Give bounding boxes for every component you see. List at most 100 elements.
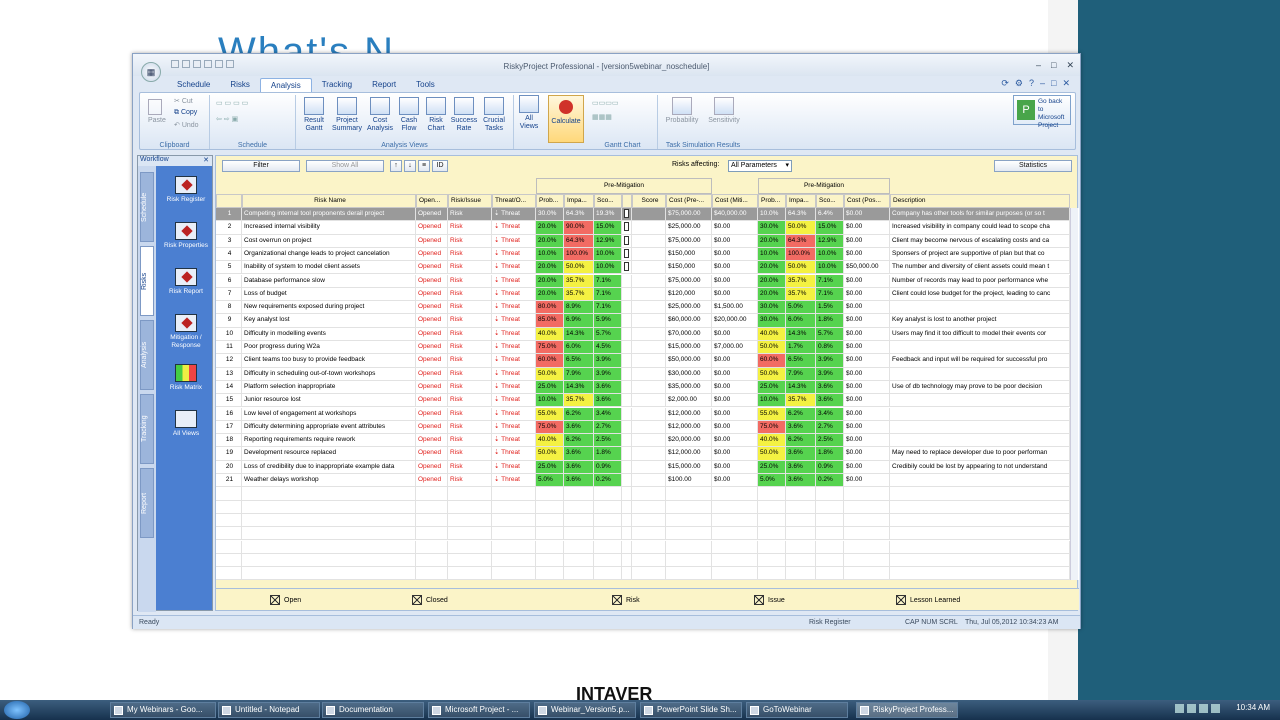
cell-score[interactable] xyxy=(594,500,622,514)
cell-score-chart[interactable] xyxy=(632,234,666,248)
cell-open[interactable]: Opened xyxy=(416,380,448,395)
cell-cost-post[interactable] xyxy=(844,567,890,581)
cell-indicator[interactable] xyxy=(622,247,632,262)
table-row[interactable] xyxy=(216,527,1079,541)
cell-post-prob[interactable] xyxy=(758,487,786,501)
col-score[interactable]: Sco... xyxy=(594,194,622,208)
cell-description[interactable] xyxy=(890,301,1070,315)
tab-report[interactable]: Report xyxy=(362,78,406,92)
cell-risk-name[interactable]: Competing internal tool proponents derai… xyxy=(242,208,416,222)
cell-impact[interactable]: 8.9% xyxy=(564,301,594,315)
cell-description[interactable] xyxy=(890,540,1070,554)
cell-score-chart[interactable] xyxy=(632,380,666,395)
cell-risk-name[interactable]: New requirements exposed during project xyxy=(242,301,416,315)
cell-cost-pre[interactable] xyxy=(666,513,712,528)
cell-indicator[interactable] xyxy=(622,354,632,368)
cell-indicator[interactable] xyxy=(622,341,632,355)
cell-description[interactable] xyxy=(890,420,1070,435)
cell-open[interactable]: Opened xyxy=(416,394,448,408)
cell-impact[interactable]: 6.5% xyxy=(564,354,594,368)
cell-cost-post[interactable]: $0.00 xyxy=(844,354,890,368)
col-open[interactable]: Open... xyxy=(416,194,448,208)
cell-cost-post[interactable]: $0.00 xyxy=(844,221,890,235)
cell-cost-pre[interactable]: $70,000.00 xyxy=(666,327,712,341)
cell-impact[interactable]: 6.2% xyxy=(564,407,594,421)
cell-impact[interactable]: 6.9% xyxy=(564,314,594,328)
cell-threat[interactable]: ⇣ Threat xyxy=(492,301,536,315)
cell-threat[interactable]: ⇣ Threat xyxy=(492,447,536,461)
cell-cost-post[interactable]: $0.00 xyxy=(844,460,890,474)
cell-score[interactable] xyxy=(594,487,622,501)
cell-cost-mit[interactable]: $0.00 xyxy=(712,380,758,395)
cell-score[interactable]: 7.1% xyxy=(594,274,622,288)
cell-cost-post[interactable]: $0.00 xyxy=(844,434,890,448)
cell-description[interactable]: Users may find it too difficult to model… xyxy=(890,327,1070,341)
cell-open[interactable] xyxy=(416,540,448,554)
cell-cost-mit[interactable]: $0.00 xyxy=(712,447,758,461)
cell-post-prob[interactable] xyxy=(758,500,786,514)
cell-post-prob[interactable]: 20.0% xyxy=(758,274,786,288)
cell-post-score[interactable]: 6.4% xyxy=(816,208,844,222)
cell-score-chart[interactable] xyxy=(632,287,666,302)
cell-score-chart[interactable] xyxy=(632,567,666,581)
table-row[interactable]: 20 Loss of credibility due to inappropria… xyxy=(216,460,1079,474)
cell-risk-issue[interactable]: Risk xyxy=(448,208,492,222)
cell-impact[interactable]: 64.3% xyxy=(564,234,594,248)
table-row[interactable]: 13 Difficulty in scheduling out-of-town w… xyxy=(216,367,1079,381)
cell-description[interactable]: Key analyst is lost to another project xyxy=(890,314,1070,328)
cell-open[interactable] xyxy=(416,527,448,541)
cell-indicator[interactable] xyxy=(622,567,632,581)
table-row[interactable]: 2 Increased internal visibility Opened Risk… xyxy=(216,221,1079,235)
cell-indicator[interactable] xyxy=(622,487,632,501)
table-row[interactable]: 6 Database performance slow Opened Risk ⇣ Th… xyxy=(216,274,1079,288)
cell-threat[interactable]: ⇣ Threat xyxy=(492,434,536,448)
cell-open[interactable]: Opened xyxy=(416,354,448,368)
vertical-scrollbar[interactable] xyxy=(1070,208,1078,580)
cell-prob[interactable]: 75.0% xyxy=(536,341,564,355)
cell-prob[interactable]: 5.0% xyxy=(536,474,564,488)
cell-cost-pre[interactable]: $30,000.00 xyxy=(666,367,712,381)
cell-cost-post[interactable]: $0.00 xyxy=(844,420,890,435)
cell-cost-post[interactable] xyxy=(844,540,890,554)
cell-post-prob[interactable]: 40.0% xyxy=(758,327,786,341)
cell-id[interactable]: 16 xyxy=(216,407,242,421)
cell-cost-mit[interactable]: $0.00 xyxy=(712,394,758,408)
cell-score-chart[interactable] xyxy=(632,367,666,381)
table-row[interactable]: 16 Low level of engagement at workshops Op… xyxy=(216,407,1079,421)
cell-score[interactable] xyxy=(594,540,622,554)
cell-post-impact[interactable] xyxy=(786,487,816,501)
col-cost-pre[interactable]: Cost (Pre-... xyxy=(666,194,712,208)
cell-risk-issue[interactable]: Risk xyxy=(448,234,492,248)
cell-risk-name[interactable]: Key analyst lost xyxy=(242,314,416,328)
cell-cost-pre[interactable]: $150,000 xyxy=(666,247,712,262)
cell-post-prob[interactable]: 30.0% xyxy=(758,314,786,328)
cell-threat[interactable]: ⇣ Threat xyxy=(492,261,536,275)
col-risk-name[interactable]: Risk Name xyxy=(242,194,416,208)
cell-post-prob[interactable]: 55.0% xyxy=(758,407,786,421)
table-row[interactable]: 14 Platform selection inappropriate Opened… xyxy=(216,380,1079,395)
cell-post-score[interactable]: 0.8% xyxy=(816,341,844,355)
close-button[interactable]: ✕ xyxy=(1066,60,1074,71)
workflow-risk-matrix[interactable]: Risk Matrix xyxy=(158,364,214,392)
cell-cost-mit[interactable]: $0.00 xyxy=(712,261,758,275)
cell-indicator[interactable] xyxy=(622,367,632,381)
table-row[interactable]: 3 Cost overrun on project Opened Risk ⇣ Thre… xyxy=(216,234,1079,248)
cell-score-chart[interactable] xyxy=(632,354,666,368)
tab-analysis[interactable]: Analysis xyxy=(259,78,312,92)
cell-risk-name[interactable] xyxy=(242,487,416,501)
cell-cost-post[interactable]: $0.00 xyxy=(844,341,890,355)
cell-cost-pre[interactable]: $15,000.00 xyxy=(666,341,712,355)
cell-threat[interactable]: ⇣ Threat xyxy=(492,221,536,235)
table-row[interactable]: 15 Junior resource lost Opened Risk ⇣ Threat… xyxy=(216,394,1079,408)
cell-risk-issue[interactable] xyxy=(448,540,492,554)
cell-id[interactable]: 11 xyxy=(216,341,242,355)
cell-post-prob[interactable]: 50.0% xyxy=(758,447,786,461)
cell-prob[interactable]: 10.0% xyxy=(536,247,564,262)
cell-post-score[interactable]: 1.8% xyxy=(816,447,844,461)
cell-post-score[interactable]: 12.9% xyxy=(816,234,844,248)
crucial-tasks-button[interactable]: Crucial Tasks xyxy=(480,97,508,133)
cell-id[interactable] xyxy=(216,500,242,514)
cell-indicator[interactable] xyxy=(622,513,632,528)
tray-icon[interactable] xyxy=(1211,704,1220,713)
cell-threat[interactable] xyxy=(492,567,536,581)
